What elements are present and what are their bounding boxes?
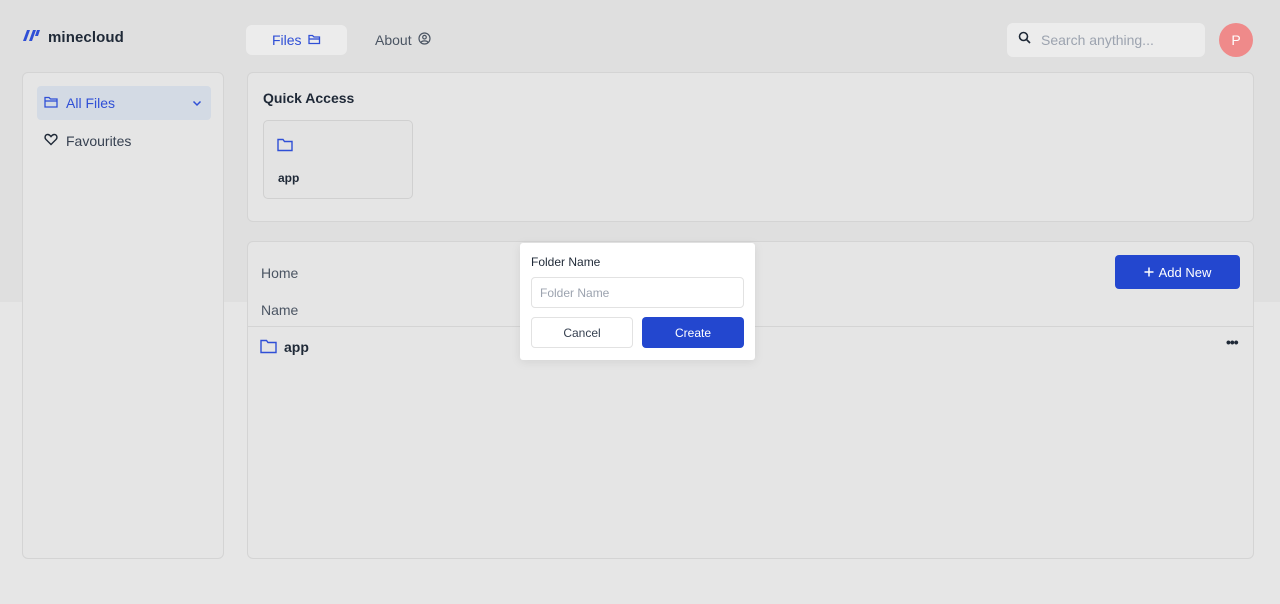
folder-icon xyxy=(44,95,58,111)
sidebar-item-label: All Files xyxy=(66,95,116,111)
cancel-button[interactable]: Cancel xyxy=(531,317,633,348)
folder-icon xyxy=(277,138,293,157)
more-options-icon[interactable]: ••• xyxy=(1226,334,1239,350)
tab-about-label: About xyxy=(375,32,412,48)
quick-access-panel: Quick Access app xyxy=(247,72,1254,222)
search-bar[interactable] xyxy=(1007,23,1205,57)
modal-title: Folder Name xyxy=(531,255,601,269)
logo-icon xyxy=(22,28,42,47)
add-new-button[interactable]: Add New xyxy=(1115,255,1240,289)
create-button[interactable]: Create xyxy=(642,317,744,348)
breadcrumb[interactable]: Home xyxy=(261,265,298,281)
add-new-label: Add New xyxy=(1158,264,1212,280)
sidebar-item-all-files[interactable]: All Files xyxy=(37,86,211,120)
tab-about[interactable]: About xyxy=(349,25,457,55)
folder-icon xyxy=(260,339,277,359)
quick-access-item-name: app xyxy=(278,171,300,185)
app-logo[interactable]: minecloud xyxy=(22,27,124,47)
folder-name-input[interactable] xyxy=(531,277,744,308)
file-name: app xyxy=(284,339,309,355)
chevron-down-icon[interactable] xyxy=(191,96,203,112)
quick-access-item[interactable]: app xyxy=(263,120,413,199)
quick-access-title: Quick Access xyxy=(263,90,355,106)
create-folder-modal: Folder Name Cancel Create xyxy=(520,243,755,360)
app-name: minecloud xyxy=(48,28,124,46)
user-circle-icon xyxy=(417,32,431,48)
column-header-name[interactable]: Name xyxy=(261,302,298,318)
sidebar: All Files Favourites xyxy=(22,72,224,559)
sidebar-item-favourites[interactable]: Favourites xyxy=(37,124,211,158)
plus-icon xyxy=(1144,265,1154,280)
search-icon xyxy=(1018,31,1031,49)
folder-open-icon xyxy=(307,32,321,48)
sidebar-item-label: Favourites xyxy=(66,133,132,149)
search-input[interactable] xyxy=(1041,32,1191,48)
avatar[interactable]: P xyxy=(1219,23,1253,57)
tab-files[interactable]: Files xyxy=(246,25,347,55)
tab-files-label: Files xyxy=(272,32,302,48)
heart-icon xyxy=(44,133,58,149)
